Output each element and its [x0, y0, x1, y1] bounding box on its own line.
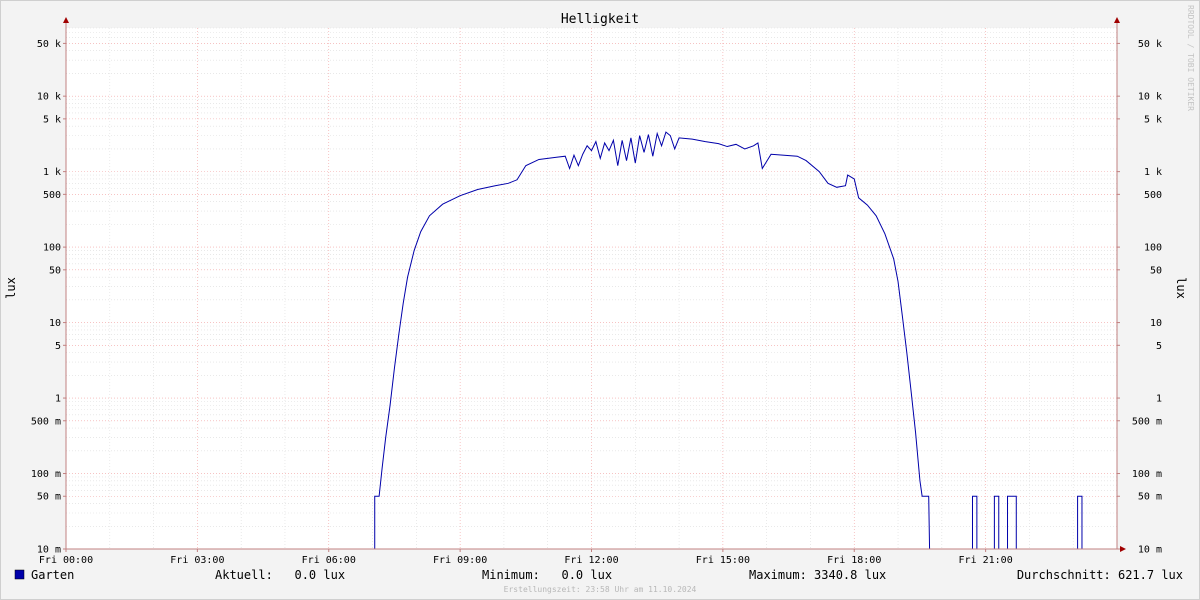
y-axis-label-left: lux: [4, 277, 18, 299]
x-tick-label: Fri 12:00: [564, 555, 618, 566]
chart-canvas: 10 m 10 m 50 m 50 m 100 m 100 m 500 m 500 m 1 1 5 5…: [4, 5, 1195, 594]
legend-durchschnitt: Durchschnitt: 621.7 lux: [1017, 568, 1183, 582]
legend: Garten Aktuell: 0.0 lux Minimum: 0.0 lux…: [14, 568, 1183, 582]
y-tick-label-left: 5: [55, 341, 61, 352]
y-tick-label-right: 10 m: [1138, 545, 1162, 556]
x-tick-label: Fri 06:00: [302, 555, 356, 566]
y-axis-arrow-right: [1114, 17, 1120, 23]
y-axis-arrow-left: [63, 17, 69, 23]
y-tick-label-right: 50: [1150, 265, 1162, 276]
y-tick-label-left: 500: [43, 190, 61, 201]
y-tick-label-right: 100 m: [1132, 469, 1162, 480]
x-tick-label: Fri 00:00: [39, 555, 93, 566]
y-tick-label-right: 10 k: [1138, 92, 1162, 103]
x-tick-label: Fri 18:00: [827, 555, 881, 566]
footer-timestamp: Erstellungszeit: 23:58 Uhr am 11.10.2024: [504, 585, 697, 594]
watermark: RRDTOOL / TOBI OETIKER: [1186, 5, 1195, 111]
y-tick-label-left: 50 k: [37, 39, 61, 50]
y-tick-label-right: 5: [1156, 341, 1162, 352]
y-tick-label-left: 10: [49, 318, 61, 329]
y-tick-label-left: 500 m: [31, 416, 61, 427]
legend-series-name: Garten: [31, 568, 74, 582]
y-tick-label-left: 50: [49, 265, 61, 276]
y-axis-label-right: lux: [1174, 277, 1188, 299]
y-tick-label-right: 500 m: [1132, 416, 1162, 427]
y-tick-label-right: 50 k: [1138, 39, 1162, 50]
x-tick-label: Fri 03:00: [170, 555, 224, 566]
x-tick-label: Fri 15:00: [696, 555, 750, 566]
y-tick-label-right: 100: [1144, 243, 1162, 254]
y-tick-label-left: 5 k: [43, 114, 61, 125]
legend-maximum: Maximum: 3340.8 lux: [749, 568, 886, 582]
x-tick-label: Fri 09:00: [433, 555, 487, 566]
y-tick-label-left: 1 k: [43, 167, 61, 178]
y-tick-label-right: 10: [1150, 318, 1162, 329]
y-tick-label-left: 10 m: [37, 545, 61, 556]
y-tick-label-right: 5 k: [1144, 114, 1162, 125]
y-tick-label-left: 10 k: [37, 92, 61, 103]
legend-minimum: Minimum: 0.0 lux: [482, 568, 612, 582]
y-tick-label-left: 50 m: [37, 492, 61, 503]
y-tick-label-right: 1 k: [1144, 167, 1162, 178]
x-axis-arrow: [1120, 546, 1126, 552]
y-tick-label-right: 50 m: [1138, 492, 1162, 503]
y-tick-label-right: 500: [1144, 190, 1162, 201]
chart-window: 10 m 10 m 50 m 50 m 100 m 100 m 500 m 500 m 1 1 5 5…: [0, 0, 1200, 600]
y-tick-label-right: 1: [1156, 394, 1162, 405]
y-tick-label-left: 100: [43, 243, 61, 254]
y-tick-label-left: 1: [55, 394, 61, 405]
legend-aktuell: Aktuell: 0.0 lux: [215, 568, 345, 582]
y-tick-label-left: 100 m: [31, 469, 61, 480]
x-tick-label: Fri 21:00: [959, 555, 1013, 566]
legend-swatch-garten: [14, 569, 25, 580]
chart-title: Helligkeit: [561, 12, 639, 27]
